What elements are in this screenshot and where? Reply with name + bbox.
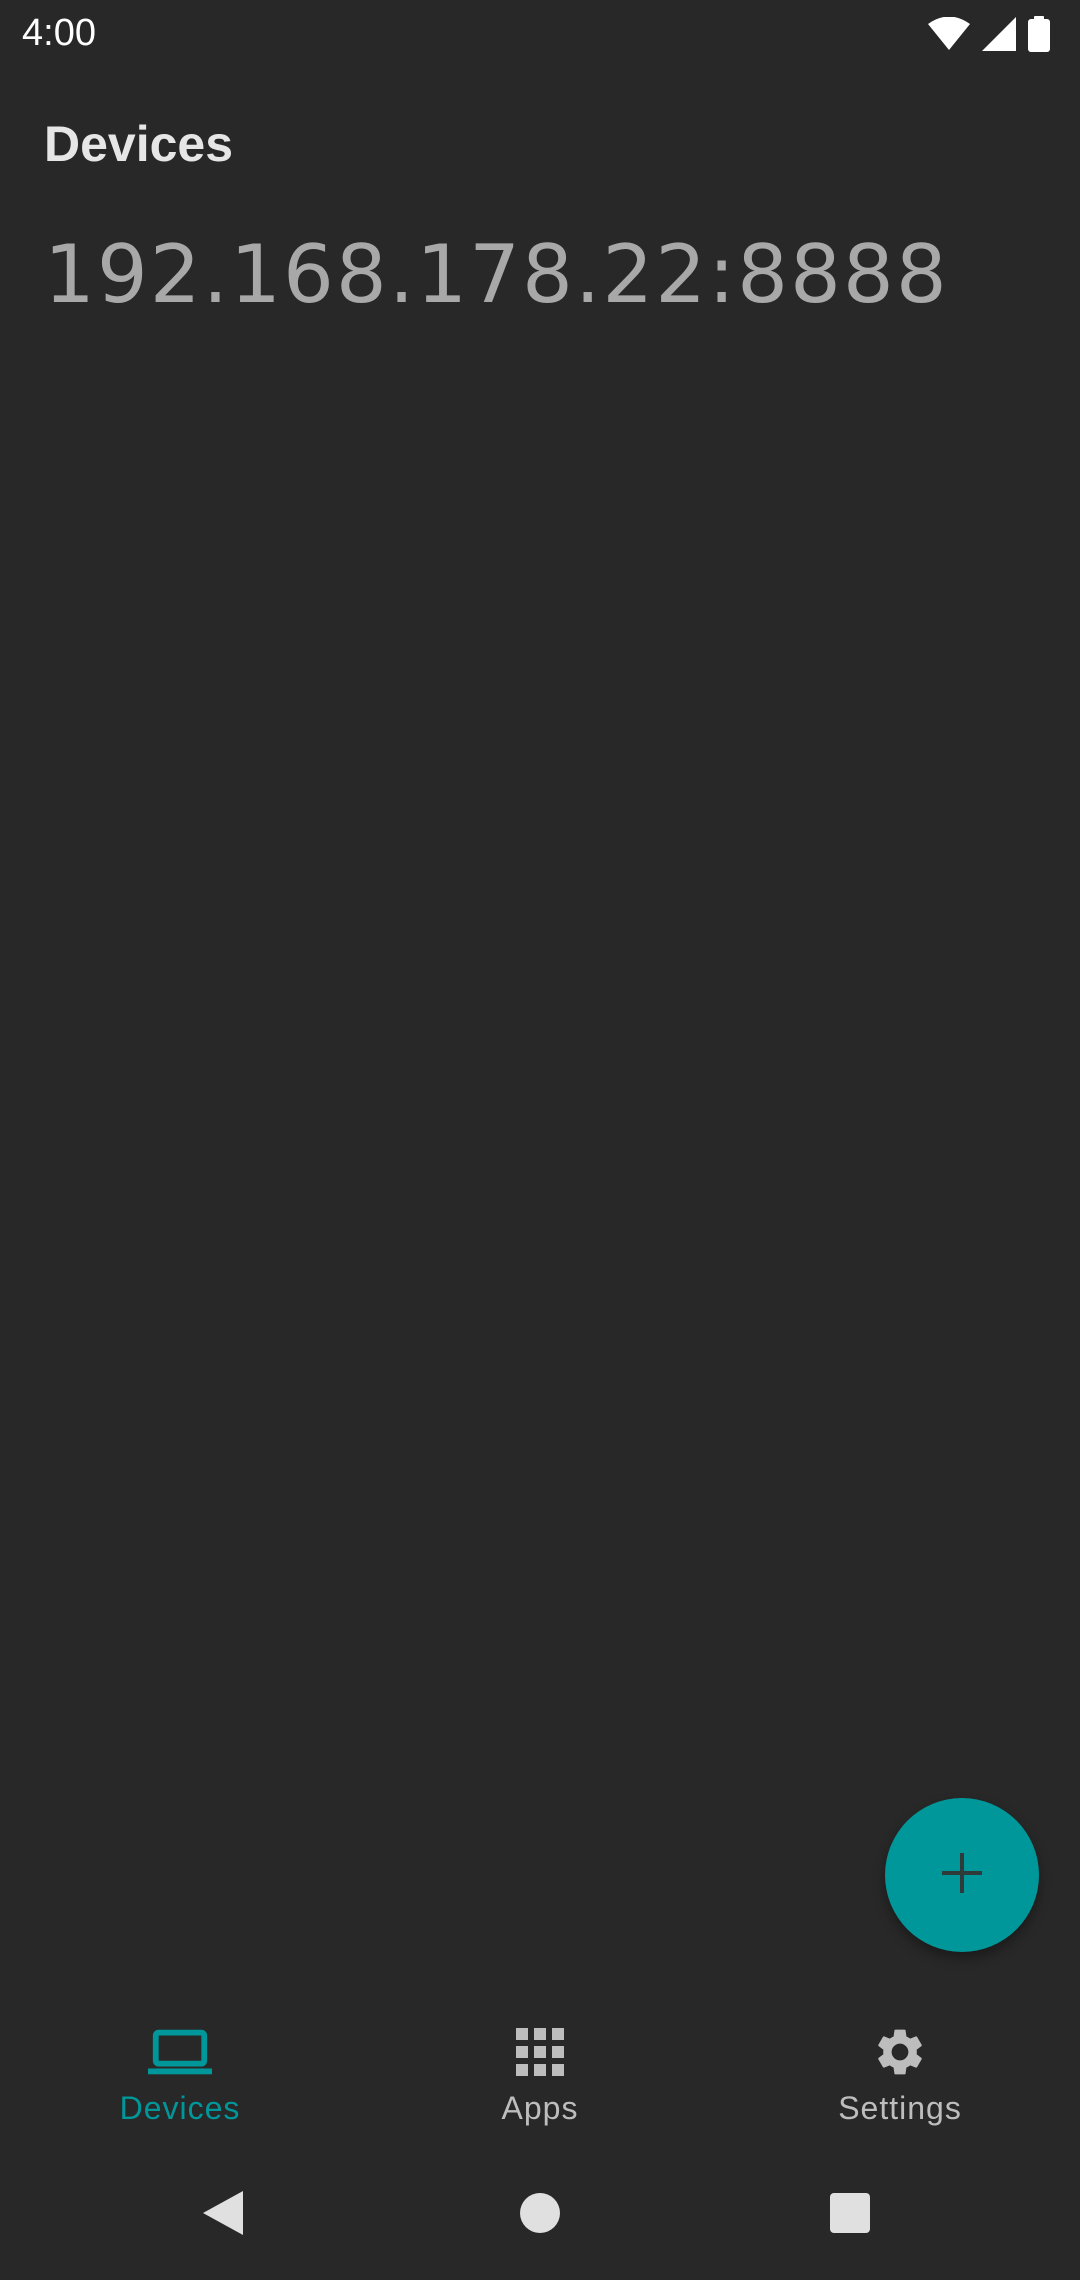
battery-icon: [1028, 16, 1050, 52]
nav-item-devices[interactable]: Devices: [0, 1990, 360, 2140]
status-bar: 4:00: [0, 0, 1080, 66]
page-title: Devices: [44, 116, 234, 172]
apps-grid-icon: [508, 2020, 572, 2084]
bottom-navigation: Devices Apps Settings: [0, 1990, 1080, 2140]
plus-icon: [940, 1851, 984, 1900]
device-list: 192.168.178.22:8888: [0, 220, 1080, 330]
signal-icon: [982, 17, 1016, 51]
back-button[interactable]: [200, 2190, 250, 2240]
system-navigation-bar: [0, 2150, 1080, 2280]
home-button[interactable]: [515, 2190, 565, 2240]
laptop-icon: [148, 2020, 212, 2084]
nav-item-apps[interactable]: Apps: [360, 1990, 720, 2140]
add-device-button[interactable]: [885, 1798, 1039, 1952]
home-icon: [519, 2192, 561, 2239]
recents-icon: [829, 2192, 871, 2239]
back-icon: [203, 2189, 247, 2242]
status-icons: [928, 14, 1050, 54]
wifi-icon: [928, 17, 970, 51]
status-time: 4:00: [22, 12, 96, 54]
nav-label-devices: Devices: [119, 2090, 241, 2126]
nav-label-apps: Apps: [501, 2090, 579, 2126]
device-list-item[interactable]: 192.168.178.22:8888: [0, 220, 1080, 330]
nav-item-settings[interactable]: Settings: [720, 1990, 1080, 2140]
recents-button[interactable]: [825, 2190, 875, 2240]
app-screen: 4:00 Devices 192.168.178.22:8888 Devices…: [0, 0, 1080, 2280]
gear-icon: [868, 2020, 932, 2084]
nav-label-settings: Settings: [838, 2090, 962, 2126]
